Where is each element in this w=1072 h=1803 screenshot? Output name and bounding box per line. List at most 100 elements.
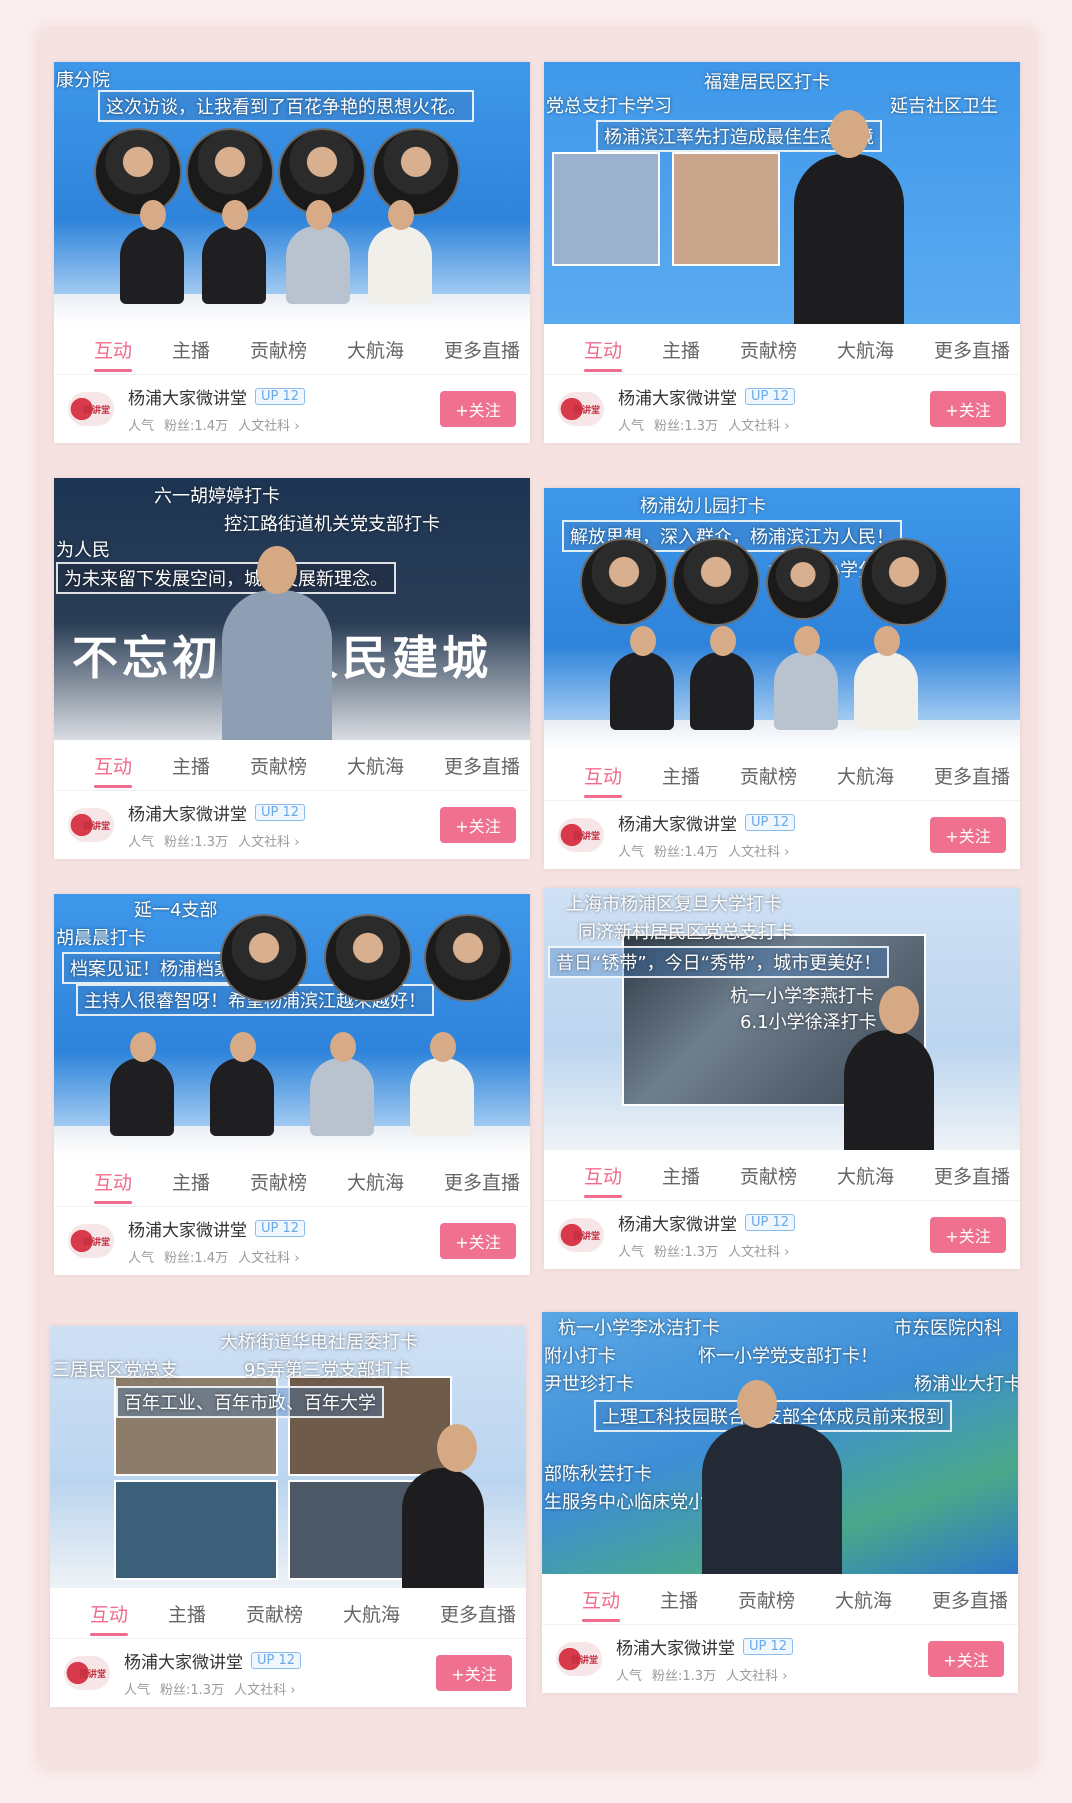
overlay-text: 怀一小学党支部打卡！	[698, 1346, 878, 1367]
panelist	[774, 626, 838, 730]
channel-name[interactable]: 杨浦大家微讲堂	[618, 1210, 737, 1235]
tab-more-live[interactable]: 更多直播	[934, 1162, 1010, 1189]
tab-host[interactable]: 主播	[172, 1168, 210, 1195]
category-link[interactable]: 人文社科 ›	[238, 835, 299, 850]
tab-more-live[interactable]: 更多直播	[440, 1600, 516, 1627]
channel-name[interactable]: 杨浦大家微讲堂	[618, 810, 737, 835]
overlay-text: 95弄第三党支部打卡	[244, 1360, 411, 1381]
stream-card[interactable]: 大桥街道华电社居委打卡 三居民区党总支 95弄第三党支部打卡 百年工业、百年市政…	[50, 1326, 526, 1707]
stream-card[interactable]: 上海市杨浦区复旦大学打卡 同济新村居民区党总支打卡 昔日“锈带”，今日“秀带”，…	[544, 888, 1020, 1269]
tab-host[interactable]: 主播	[662, 1162, 700, 1189]
video-thumbnail[interactable]: 康分院 这次访谈，让我看到了百花争艳的思想火花。	[54, 62, 530, 324]
tab-host[interactable]: 主播	[662, 762, 700, 789]
tab-more-live[interactable]: 更多直播	[934, 762, 1010, 789]
tab-voyage[interactable]: 大航海	[347, 752, 404, 779]
tab-contribution[interactable]: 贡献榜	[740, 336, 797, 363]
channel-logo[interactable]: 微讲堂	[68, 1224, 114, 1258]
channel-logo[interactable]: 微讲堂	[556, 1642, 602, 1676]
category-link[interactable]: 人文社科 ›	[234, 1683, 295, 1698]
tab-contribution[interactable]: 贡献榜	[250, 336, 307, 363]
tab-voyage[interactable]: 大航海	[347, 1168, 404, 1195]
category-link[interactable]: 人文社科 ›	[726, 1669, 787, 1684]
channel-logo[interactable]: 微讲堂	[68, 392, 114, 426]
stream-card[interactable]: 六一胡婷婷打卡 控江路街道机关党支部打卡 为人民 为未来留下发展空间，城市发展新…	[54, 478, 530, 859]
tab-host[interactable]: 主播	[172, 752, 210, 779]
tab-interact[interactable]: 互动	[582, 1586, 621, 1622]
follow-button[interactable]: +关注	[930, 391, 1006, 427]
channel-name[interactable]: 杨浦大家微讲堂	[124, 1648, 243, 1673]
channel-stats: 人气 粉丝:1.4万 人文社科 ›	[128, 419, 300, 434]
video-thumbnail[interactable]: 延一4支部 胡晨晨打卡 档案见证！杨浦档案馆。 主持人很睿智呀！希望杨浦滨江越来…	[54, 894, 530, 1156]
tab-more-live[interactable]: 更多直播	[932, 1586, 1008, 1613]
channel-name[interactable]: 杨浦大家微讲堂	[128, 384, 247, 409]
tab-more-live[interactable]: 更多直播	[444, 336, 520, 363]
follow-button[interactable]: +关注	[436, 1655, 512, 1691]
stream-card[interactable]: 党总支打卡学习 福建居民区打卡 杨浦滨江率先打造成最佳生态环境 延吉社区卫生 互…	[544, 62, 1020, 443]
channel-info: 微讲堂 杨浦大家微讲堂 UP 12 人气 粉丝:1.3万 人文社科 › +关注	[544, 374, 1020, 443]
tab-contribution[interactable]: 贡献榜	[738, 1586, 795, 1613]
tab-interact[interactable]: 互动	[584, 1162, 623, 1198]
follow-button[interactable]: +关注	[930, 817, 1006, 853]
channel-stats: 人气 粉丝:1.4万 人文社科 ›	[128, 1251, 300, 1266]
tab-more-live[interactable]: 更多直播	[934, 336, 1010, 363]
tab-contribution[interactable]: 贡献榜	[740, 1162, 797, 1189]
tab-interact[interactable]: 互动	[584, 762, 623, 798]
channel-name[interactable]: 杨浦大家微讲堂	[128, 800, 247, 825]
channel-logo[interactable]: 微讲堂	[558, 392, 604, 426]
speaker	[702, 1380, 842, 1574]
channel-name[interactable]: 杨浦大家微讲堂	[616, 1634, 735, 1659]
video-thumbnail[interactable]: 杨浦幼儿园打卡 解放思想，深入群众，杨浦滨江为人民！ 水丰路小学分校打卡	[544, 488, 1020, 750]
tab-interact[interactable]: 互动	[90, 1600, 129, 1636]
follow-button[interactable]: +关注	[440, 1223, 516, 1259]
tab-contribution[interactable]: 贡献榜	[246, 1600, 303, 1627]
stream-card[interactable]: 杨浦幼儿园打卡 解放思想，深入群众，杨浦滨江为人民！ 水丰路小学分校打卡 互动 …	[544, 488, 1020, 869]
video-thumbnail[interactable]: 六一胡婷婷打卡 控江路街道机关党支部打卡 为人民 为未来留下发展空间，城市发展新…	[54, 478, 530, 740]
tab-interact[interactable]: 互动	[94, 752, 133, 788]
category-link[interactable]: 人文社科 ›	[728, 845, 789, 860]
tab-interact[interactable]: 互动	[584, 336, 623, 372]
channel-logo[interactable]: 微讲堂	[68, 808, 114, 842]
category-link[interactable]: 人文社科 ›	[728, 1245, 789, 1260]
tab-host[interactable]: 主播	[662, 336, 700, 363]
tab-more-live[interactable]: 更多直播	[444, 752, 520, 779]
tab-voyage[interactable]: 大航海	[347, 336, 404, 363]
tab-more-live[interactable]: 更多直播	[444, 1168, 520, 1195]
tab-voyage[interactable]: 大航海	[837, 1162, 894, 1189]
tab-voyage[interactable]: 大航海	[343, 1600, 400, 1627]
follow-button[interactable]: +关注	[928, 1641, 1004, 1677]
tab-voyage[interactable]: 大航海	[835, 1586, 892, 1613]
category-link[interactable]: 人文社科 ›	[238, 1251, 299, 1266]
channel-logo[interactable]: 微讲堂	[64, 1656, 110, 1690]
tab-host[interactable]: 主播	[168, 1600, 206, 1627]
video-thumbnail[interactable]: 大桥街道华电社居委打卡 三居民区党总支 95弄第三党支部打卡 百年工业、百年市政…	[50, 1326, 526, 1588]
video-thumbnail[interactable]: 杭一小学李冰洁打卡 市东医院内科 附小打卡 怀一小学党支部打卡！ 尹世珍打卡 杨…	[542, 1312, 1018, 1574]
video-thumbnail[interactable]: 上海市杨浦区复旦大学打卡 同济新村居民区党总支打卡 昔日“锈带”，今日“秀带”，…	[544, 888, 1020, 1150]
overlay-caption: 这次访谈，让我看到了百花争艳的思想火花。	[98, 90, 474, 122]
follow-button[interactable]: +关注	[440, 807, 516, 843]
follow-button[interactable]: +关注	[930, 1217, 1006, 1253]
channel-logo[interactable]: 微讲堂	[558, 818, 604, 852]
channel-name[interactable]: 杨浦大家微讲堂	[128, 1216, 247, 1241]
tab-host[interactable]: 主播	[660, 1586, 698, 1613]
overlay-caption: 为未来留下发展空间，城市发展新理念。	[56, 562, 396, 594]
tab-voyage[interactable]: 大航海	[837, 762, 894, 789]
stream-card[interactable]: 延一4支部 胡晨晨打卡 档案见证！杨浦档案馆。 主持人很睿智呀！希望杨浦滨江越来…	[54, 894, 530, 1275]
channel-name[interactable]: 杨浦大家微讲堂	[618, 384, 737, 409]
tab-contribution[interactable]: 贡献榜	[740, 762, 797, 789]
panelist	[286, 200, 350, 304]
stream-card[interactable]: 康分院 这次访谈，让我看到了百花争艳的思想火花。 互动 主播 贡献榜 大航海 更…	[54, 62, 530, 443]
video-thumbnail[interactable]: 党总支打卡学习 福建居民区打卡 杨浦滨江率先打造成最佳生态环境 延吉社区卫生	[544, 62, 1020, 324]
category-link[interactable]: 人文社科 ›	[238, 419, 299, 434]
category-link[interactable]: 人文社科 ›	[728, 419, 789, 434]
channel-logo[interactable]: 微讲堂	[558, 1218, 604, 1252]
follow-button[interactable]: +关注	[440, 391, 516, 427]
tab-contribution[interactable]: 贡献榜	[250, 1168, 307, 1195]
overlay-text: 控江路街道机关党支部打卡	[224, 514, 440, 535]
tab-voyage[interactable]: 大航海	[837, 336, 894, 363]
tab-contribution[interactable]: 贡献榜	[250, 752, 307, 779]
tab-interact[interactable]: 互动	[94, 1168, 133, 1204]
tab-host[interactable]: 主播	[172, 336, 210, 363]
panelist	[210, 1032, 274, 1136]
stream-card[interactable]: 杭一小学李冰洁打卡 市东医院内科 附小打卡 怀一小学党支部打卡！ 尹世珍打卡 杨…	[542, 1312, 1018, 1693]
tab-interact[interactable]: 互动	[94, 336, 133, 372]
